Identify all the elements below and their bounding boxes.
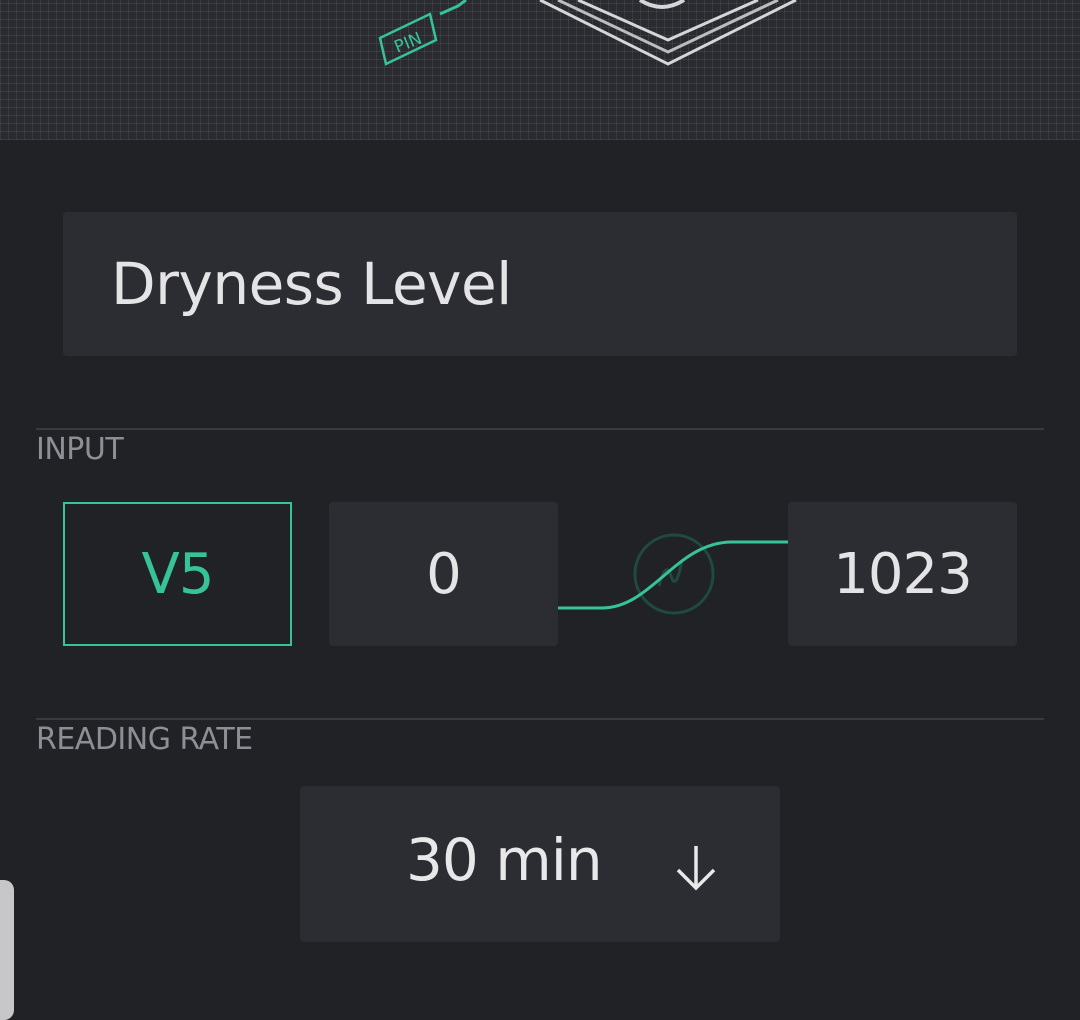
svg-text:PIN: PIN: [391, 29, 424, 58]
edge-panel-handle[interactable]: [0, 880, 14, 1020]
input-section-label: INPUT: [36, 432, 124, 467]
input-divider: [36, 428, 1044, 430]
min-value-input[interactable]: 0: [329, 502, 558, 646]
pin-badge: PIN: [378, 12, 438, 66]
pin-selector-button[interactable]: V5: [63, 502, 292, 646]
reading-rate-divider: [36, 718, 1044, 720]
reading-rate-dropdown[interactable]: 30 min: [300, 786, 780, 942]
reading-rate-value: 30 min: [406, 826, 603, 894]
wave-icon[interactable]: [633, 533, 715, 615]
device-illustration: PIN: [378, 0, 797, 66]
min-value: 0: [426, 541, 462, 607]
widget-name-input[interactable]: Dryness Level: [63, 212, 1017, 356]
hardware-illustration-header: PIN: [0, 0, 1080, 140]
arrow-down-icon: [676, 846, 716, 891]
mapping-curve-line: [558, 540, 788, 610]
reading-rate-section-label: READING RATE: [36, 722, 253, 757]
pin-value: V5: [141, 541, 215, 607]
max-value: 1023: [833, 541, 973, 607]
mapping-curve: [558, 533, 788, 615]
widget-name-value: Dryness Level: [111, 250, 512, 318]
max-value-input[interactable]: 1023: [788, 502, 1017, 646]
